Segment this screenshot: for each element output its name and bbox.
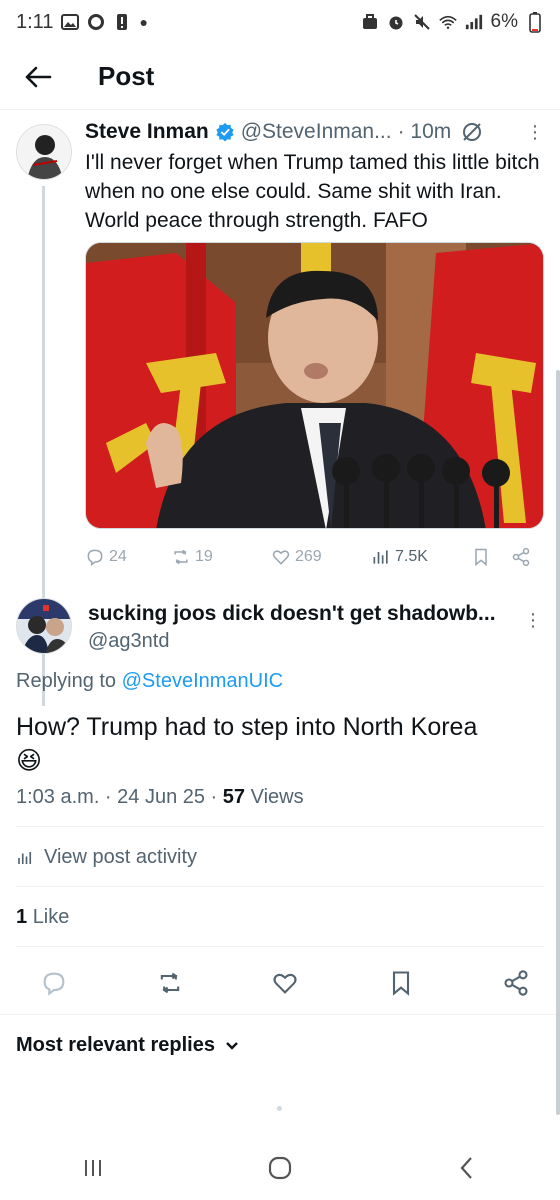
like-button[interactable]: 269 bbox=[271, 547, 371, 567]
arrow-left-icon bbox=[25, 66, 52, 87]
author-name[interactable]: sucking joos dick doesn't get shadowb... bbox=[88, 602, 508, 626]
post-views-count: 57 bbox=[222, 786, 246, 808]
views-chart-icon bbox=[18, 851, 32, 864]
post-timestamp[interactable]: 1:03 a.m. · 24 Jun 25 · bbox=[16, 786, 217, 808]
post-text: How? Trump had to step into North Korea … bbox=[16, 710, 536, 778]
gallery-notification-icon bbox=[61, 13, 80, 31]
more-options-icon[interactable]: ⋮ bbox=[524, 610, 542, 631]
divider bbox=[16, 886, 544, 887]
view-count: 7.5K bbox=[395, 548, 428, 565]
reply-button[interactable]: 24 bbox=[85, 547, 171, 567]
laughing-emoji-icon: 😆 bbox=[16, 747, 43, 775]
views-button[interactable]: 7.5K bbox=[371, 547, 471, 567]
back-nav-icon[interactable] bbox=[452, 1153, 482, 1183]
chevron-down-icon bbox=[226, 1041, 238, 1050]
post-meta: 1:03 a.m. · 24 Jun 25 · 57 Views bbox=[16, 786, 304, 809]
post-text: I'll never forget when Trump tamed this … bbox=[85, 151, 540, 232]
post-image[interactable] bbox=[85, 242, 544, 529]
page-title: Post bbox=[98, 61, 155, 91]
author-handle[interactable]: @SteveInman... bbox=[241, 120, 392, 144]
replies-sort-label: Most relevant replies bbox=[16, 1034, 215, 1056]
like-count: 269 bbox=[295, 548, 322, 565]
reply-count: 24 bbox=[109, 548, 127, 565]
loading-indicator bbox=[277, 1106, 282, 1111]
share-icon bbox=[512, 547, 530, 567]
home-icon[interactable] bbox=[265, 1153, 295, 1183]
sync-notification-icon bbox=[87, 13, 105, 31]
system-navigation-bar bbox=[0, 1136, 560, 1200]
photo-image bbox=[86, 243, 543, 528]
reply-icon bbox=[87, 549, 103, 566]
recent-apps-icon[interactable] bbox=[78, 1153, 108, 1183]
top-bar: Post bbox=[0, 44, 560, 110]
view-post-activity-label: View post activity bbox=[44, 846, 198, 868]
parent-post[interactable]: Steve Inman @SteveInman... · 10m ⋮ I'll … bbox=[0, 112, 560, 706]
scrollbar[interactable] bbox=[556, 370, 560, 1115]
post-views-label: Views bbox=[250, 786, 304, 808]
replies-sort-dropdown[interactable]: Most relevant replies bbox=[16, 1034, 239, 1057]
more-options-icon[interactable]: ⋮ bbox=[526, 122, 544, 143]
bookmark-button[interactable] bbox=[471, 547, 511, 567]
heart-icon[interactable] bbox=[271, 969, 299, 997]
post-time[interactable]: · 10m bbox=[398, 120, 452, 144]
battery-icon bbox=[526, 12, 544, 33]
repost-icon bbox=[174, 549, 188, 565]
replying-to-link[interactable]: @SteveInmanUIC bbox=[122, 670, 283, 692]
alarm-icon bbox=[387, 13, 405, 31]
view-post-activity-link[interactable]: View post activity bbox=[16, 846, 197, 869]
verified-badge-icon bbox=[216, 122, 234, 142]
avatar[interactable] bbox=[16, 124, 72, 180]
post-text-body: How? Trump had to step into North Korea bbox=[16, 713, 478, 741]
divider bbox=[16, 946, 544, 947]
heart-icon bbox=[272, 550, 290, 565]
status-time: 1:11 bbox=[16, 10, 54, 33]
author-handle[interactable]: @ag3ntd bbox=[88, 630, 169, 653]
avatar[interactable] bbox=[16, 598, 72, 654]
likes-label: Like bbox=[32, 906, 70, 928]
grok-icon[interactable] bbox=[461, 121, 483, 143]
likes-summary[interactable]: 1 Like bbox=[16, 906, 69, 929]
bookmark-icon bbox=[475, 548, 487, 567]
work-profile-icon bbox=[361, 13, 379, 31]
post-header: Steve Inman @SteveInman... · 10m ⋮ bbox=[85, 120, 544, 144]
alert-notification-icon bbox=[113, 13, 131, 31]
reply-icon[interactable] bbox=[40, 969, 68, 997]
repost-count: 19 bbox=[195, 548, 213, 565]
focused-post-actions bbox=[40, 966, 530, 1000]
battery-level: 6% bbox=[490, 11, 518, 32]
more-notifications-icon: ● bbox=[139, 14, 148, 30]
status-bar: 1:11 ● 6% bbox=[0, 0, 560, 44]
bookmark-icon[interactable] bbox=[387, 969, 415, 997]
repost-button[interactable]: 19 bbox=[171, 547, 271, 567]
mute-icon bbox=[413, 13, 431, 31]
divider bbox=[0, 1014, 560, 1015]
back-button[interactable] bbox=[18, 57, 58, 97]
share-icon[interactable] bbox=[502, 969, 530, 997]
replying-to: Replying to @SteveInmanUIC bbox=[16, 670, 283, 693]
wifi-icon bbox=[438, 13, 457, 31]
signal-icon bbox=[465, 13, 483, 31]
post-actions: 24 19 269 7.5K bbox=[85, 544, 545, 570]
likes-count: 1 bbox=[16, 906, 28, 928]
views-chart-icon bbox=[373, 550, 388, 564]
share-button[interactable] bbox=[511, 547, 541, 567]
repost-icon[interactable] bbox=[156, 969, 184, 997]
divider bbox=[16, 826, 544, 827]
replying-prefix: Replying to bbox=[16, 670, 117, 692]
author-name[interactable]: Steve Inman bbox=[85, 120, 209, 144]
